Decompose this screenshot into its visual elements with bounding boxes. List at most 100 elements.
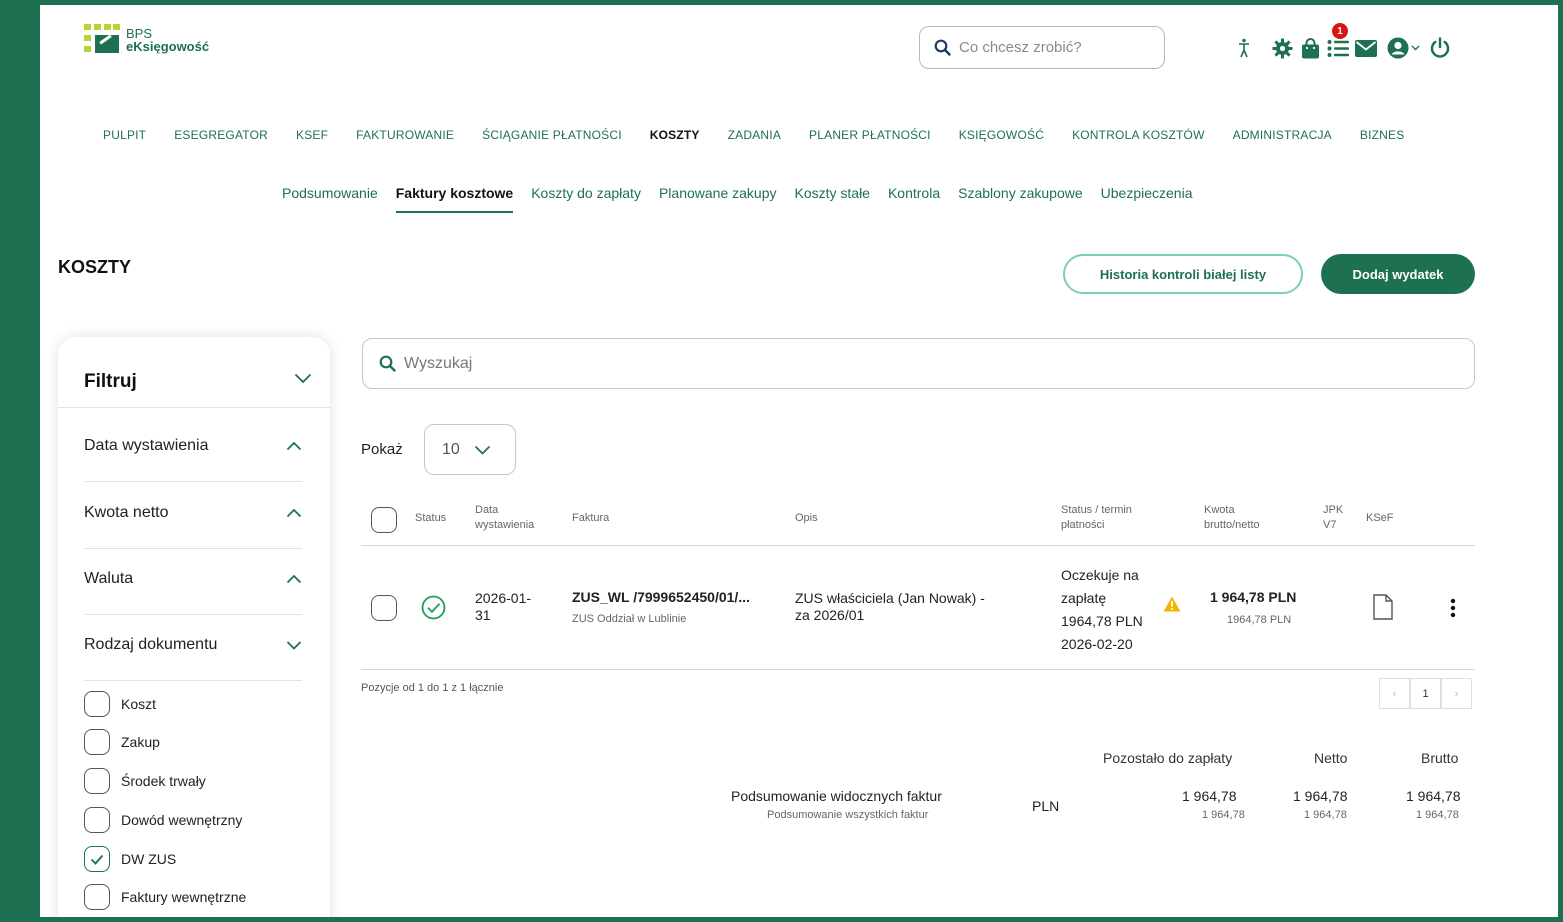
row-desc-line2: za 2026/01 [795, 607, 865, 623]
global-search-placeholder: Co chcesz zrobić? [959, 39, 1082, 56]
filter-section-currency[interactable]: Waluta [84, 548, 302, 615]
tab-ubezpieczenia[interactable]: Ubezpieczenia [1101, 185, 1193, 201]
row-desc-line1: ZUS właściciela (Jan Nowak) - [795, 590, 985, 606]
doc-type-koszt[interactable]: Koszt [84, 691, 156, 717]
doc-type-srodek-trwaly[interactable]: Środek trwały [84, 768, 206, 794]
nav-item-pulpit[interactable]: PULPIT [103, 128, 146, 142]
checkbox-label: Zakup [121, 734, 160, 750]
tab-koszty-do-zaplaty[interactable]: Koszty do zapłaty [531, 185, 641, 201]
tab-podsumowanie[interactable]: Podsumowanie [282, 185, 378, 201]
nav-item-ksef[interactable]: KSEF [296, 128, 328, 142]
logo-line2: eKsięgowość [126, 38, 210, 54]
col-date-line2: wystawienia [475, 519, 535, 531]
col-status[interactable]: Status [415, 511, 446, 526]
row-date: 2026-01- 31 [475, 590, 531, 624]
chevron-up-icon [286, 574, 302, 584]
table-row-divider [361, 669, 1475, 670]
row-net-amount: 1964,78 PLN [1227, 614, 1292, 626]
invoice-search-input[interactable]: Wyszukaj [362, 338, 1475, 389]
pagination-next[interactable]: › [1441, 678, 1472, 709]
task-list-icon[interactable]: 1 [1324, 23, 1352, 61]
mail-icon[interactable] [1352, 35, 1380, 61]
checkbox[interactable] [84, 807, 110, 833]
doc-type-zakup[interactable]: Zakup [84, 729, 160, 755]
sub-nav: Podsumowanie Faktury kosztowe Koszty do … [282, 185, 1211, 213]
checkbox[interactable] [84, 884, 110, 910]
col-invoice[interactable]: Faktura [572, 511, 609, 526]
col-ksef[interactable]: KSeF [1366, 511, 1394, 526]
row-status-line2: zapłatę [1061, 590, 1107, 606]
nav-item-sciaganie-platnosci[interactable]: ŚCIĄGANIE PŁATNOŚCI [482, 128, 622, 142]
col-payment-status[interactable]: Status / termin płatności [1061, 503, 1132, 533]
row-status-line3: 1964,78 PLN [1061, 613, 1143, 629]
filter-section-issue-date[interactable]: Data wystawienia [84, 415, 302, 482]
pagination-info: Pozycje od 1 do 1 z 1 łącznie [361, 682, 504, 694]
nav-item-esegregator[interactable]: ESEGREGATOR [174, 128, 268, 142]
filter-section-doc-type[interactable]: Rodzaj dokumentu [84, 614, 302, 681]
doc-type-dowod-wewnetrzny[interactable]: Dowód wewnętrzny [84, 807, 242, 833]
nav-item-koszty[interactable]: KOSZTY [650, 128, 700, 142]
pagination-prev[interactable]: ‹ [1379, 678, 1410, 709]
page-size-value: 10 [442, 440, 460, 458]
gear-icon[interactable] [1268, 35, 1296, 61]
pagination-page-1[interactable]: 1 [1410, 678, 1441, 709]
whitelist-history-button[interactable]: Historia kontroli białej listy [1063, 254, 1303, 294]
filter-section-label: Kwota netto [84, 504, 169, 521]
more-actions-icon[interactable] [1450, 598, 1456, 618]
checkbox[interactable] [84, 691, 110, 717]
chevron-down-icon [474, 445, 490, 455]
tab-planowane-zakupy[interactable]: Planowane zakupy [659, 185, 777, 201]
accessibility-icon[interactable] [1230, 35, 1258, 61]
col-amount[interactable]: Kwota brutto/netto [1204, 503, 1260, 533]
nav-item-planer-platnosci[interactable]: PLANER PŁATNOŚCI [809, 128, 931, 142]
checkbox[interactable] [84, 729, 110, 755]
filter-section-net-amount[interactable]: Kwota netto [84, 482, 302, 549]
checkbox[interactable] [84, 768, 110, 794]
power-icon[interactable] [1426, 35, 1454, 61]
invoice-search-placeholder: Wyszukaj [404, 354, 473, 372]
summary-header-net: Netto [1314, 750, 1348, 766]
nav-item-administracja[interactable]: ADMINISTRACJA [1233, 128, 1332, 142]
row-checkbox[interactable] [371, 595, 397, 621]
tab-kontrola[interactable]: Kontrola [888, 185, 940, 201]
checkbox-checked[interactable] [84, 846, 110, 872]
summary-visible-gross: 1 964,78 [1406, 788, 1461, 804]
search-icon [934, 39, 951, 56]
select-all-checkbox[interactable] [371, 507, 397, 533]
row-invoice-number[interactable]: ZUS_WL /7999652450/01/... [572, 589, 750, 606]
document-icon[interactable] [1373, 594, 1393, 620]
user-icon [1387, 37, 1408, 59]
nav-item-ksiegowosc[interactable]: KSIĘGOWOŚĆ [959, 128, 1044, 142]
top-toolbar: 1 [1230, 23, 1454, 61]
row-date-line1: 2026-01- [475, 590, 532, 606]
col-jpk[interactable]: JPK V7 [1323, 503, 1343, 533]
nav-item-biznes[interactable]: BIZNES [1360, 128, 1405, 142]
chevron-down-icon[interactable] [294, 373, 312, 384]
col-jpk-line2: V7 [1323, 519, 1337, 531]
filter-title[interactable]: Filtruj [84, 371, 137, 393]
doc-type-faktury-wewnetrzne[interactable]: Faktury wewnętrzne [84, 884, 246, 910]
checkbox-label: Środek trwały [121, 773, 206, 789]
tab-koszty-stale[interactable]: Koszty stałe [794, 185, 869, 201]
summary-visible-net: 1 964,78 [1293, 788, 1348, 804]
summary-currency: PLN [1032, 798, 1060, 814]
row-gross-amount: 1 964,78 PLN [1210, 589, 1297, 605]
global-search-input[interactable]: Co chcesz zrobić? [919, 26, 1165, 69]
chevron-down-icon [1411, 45, 1419, 51]
col-amount-line2: brutto/netto [1204, 519, 1260, 531]
nav-item-zadania[interactable]: ZADANIA [728, 128, 781, 142]
logo[interactable]: BPS eKsięgowość [84, 24, 209, 56]
user-menu[interactable] [1386, 35, 1420, 61]
col-date[interactable]: Data wystawienia [475, 503, 534, 533]
page-size-select[interactable]: 10 [424, 424, 516, 475]
doc-type-dw-zus[interactable]: DW ZUS [84, 846, 176, 872]
nav-item-fakturowanie[interactable]: FAKTUROWANIE [356, 128, 454, 142]
add-expense-button[interactable]: Dodaj wydatek [1321, 254, 1475, 294]
summary-header-gross: Brutto [1421, 750, 1459, 766]
col-description[interactable]: Opis [795, 511, 818, 526]
tab-szablony-zakupowe[interactable]: Szablony zakupowe [958, 185, 1083, 201]
nav-item-kontrola-kosztow[interactable]: KONTROLA KOSZTÓW [1072, 128, 1205, 142]
tab-faktury-kosztowe[interactable]: Faktury kosztowe [395, 185, 514, 213]
col-jpk-line1: JPK [1323, 504, 1344, 516]
bag-icon[interactable] [1296, 35, 1324, 61]
